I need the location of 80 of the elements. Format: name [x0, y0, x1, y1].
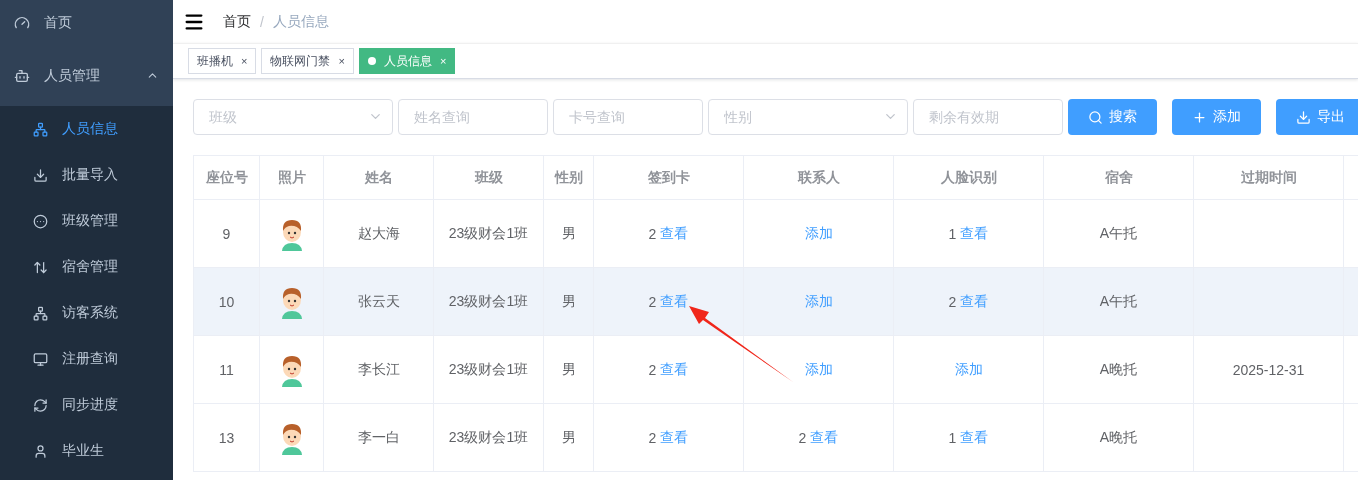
view-link[interactable]: 查看	[810, 428, 839, 447]
plus-icon	[1192, 109, 1207, 125]
count-text: 2	[648, 429, 657, 446]
table-cell: 23级财会1班	[434, 336, 544, 404]
table-cell: 13	[194, 404, 260, 472]
select-field[interactable]: 班级	[193, 99, 393, 135]
table-cell: 男	[544, 404, 594, 472]
close-icon[interactable]: ×	[241, 55, 248, 67]
user-icon	[33, 443, 48, 459]
table-cell: 男	[544, 268, 594, 336]
hierarchy-icon	[33, 121, 48, 137]
table-cell: 男	[544, 200, 594, 268]
monitor-icon	[33, 351, 48, 367]
table-cell: 赵大海	[324, 200, 434, 268]
count-text: 1	[948, 225, 957, 242]
table-cell: 李长江	[324, 336, 434, 404]
table-cell: 2025-12-31	[1194, 336, 1344, 404]
add-button[interactable]: 添加	[1172, 99, 1261, 135]
table-cell: 男	[544, 336, 594, 404]
select-field[interactable]: 性别	[708, 99, 908, 135]
table-cell: 23级财会1班	[434, 404, 544, 472]
input-field[interactable]: 剩余有效期	[913, 99, 1063, 135]
close-icon[interactable]: ×	[439, 55, 447, 67]
table-cell: 23级财会1班	[434, 200, 544, 268]
count-text: 2	[648, 361, 657, 378]
download-icon	[1296, 109, 1311, 125]
add-link[interactable]: 添加	[804, 292, 833, 311]
view-link[interactable]: 查看	[660, 292, 689, 311]
sidebar-subitem[interactable]: 宿舍管理	[0, 244, 173, 290]
count-text: 1	[948, 429, 957, 446]
hierarchy-icon	[33, 305, 48, 321]
view-link[interactable]: 查看	[960, 224, 989, 243]
close-icon[interactable]: ×	[338, 55, 345, 67]
sidebar-subitem[interactable]: 批量导入	[0, 152, 173, 198]
input-field[interactable]: 姓名查询	[398, 99, 548, 135]
table-cell: 10	[194, 268, 260, 336]
view-link[interactable]: 查看	[660, 428, 689, 447]
table-cell: A午托	[1044, 268, 1194, 336]
view-link[interactable]: 查看	[660, 224, 689, 243]
export-button[interactable]: 导出	[1276, 99, 1358, 135]
count-text: 2	[948, 293, 957, 310]
dot-icon	[367, 57, 376, 65]
add-link[interactable]: 添加	[804, 224, 833, 243]
tab[interactable]: 物联网门禁 ×	[261, 48, 354, 74]
view-link[interactable]: 查看	[660, 360, 689, 379]
breadcrumb-separator: /	[260, 13, 264, 30]
search-button[interactable]: 搜索	[1068, 99, 1157, 135]
breadcrumb-item[interactable]: 首页	[223, 12, 251, 31]
sidebar-subitem[interactable]: 访客系统	[0, 290, 173, 336]
sidebar-subitem[interactable]: 注册查询	[0, 336, 173, 382]
table-cell: A晚托	[1044, 404, 1194, 472]
count-text: 2	[648, 293, 657, 310]
table-cell: A午托	[1044, 200, 1194, 268]
input-field[interactable]: 卡号查询	[553, 99, 703, 135]
robot-icon	[14, 67, 30, 84]
view-link[interactable]: 查看	[960, 428, 989, 447]
table-cell: 张云天	[324, 268, 434, 336]
tab[interactable]: 班播机 ×	[188, 48, 257, 74]
table-cell: A晚托	[1044, 336, 1194, 404]
gauge-icon	[14, 14, 30, 31]
add-link[interactable]: 添加	[954, 360, 983, 379]
count-text: 2	[648, 225, 657, 242]
tab[interactable]: 人员信息 ×	[358, 48, 456, 74]
table-cell: 11	[194, 336, 260, 404]
refresh-icon	[33, 397, 48, 413]
arrows-icon	[33, 259, 48, 275]
view-link[interactable]: 查看	[960, 292, 989, 311]
download-icon	[33, 167, 48, 183]
sidebar-subitem[interactable]: 班级管理	[0, 198, 173, 244]
count-text: 2	[798, 429, 807, 446]
sidebar-subitem[interactable]: 毕业生	[0, 428, 173, 474]
search-icon	[1088, 109, 1103, 125]
sidebar-subitem[interactable]: 人员信息	[0, 106, 173, 152]
table-cell: 23级财会1班	[434, 268, 544, 336]
breadcrumb-item: 人员信息	[272, 12, 329, 31]
table-cell: 9	[194, 200, 260, 268]
table-cell: 李一白	[324, 404, 434, 472]
circle-icon	[33, 213, 48, 229]
sidebar-subitem[interactable]: 同步进度	[0, 382, 173, 428]
add-link[interactable]: 添加	[804, 360, 833, 379]
